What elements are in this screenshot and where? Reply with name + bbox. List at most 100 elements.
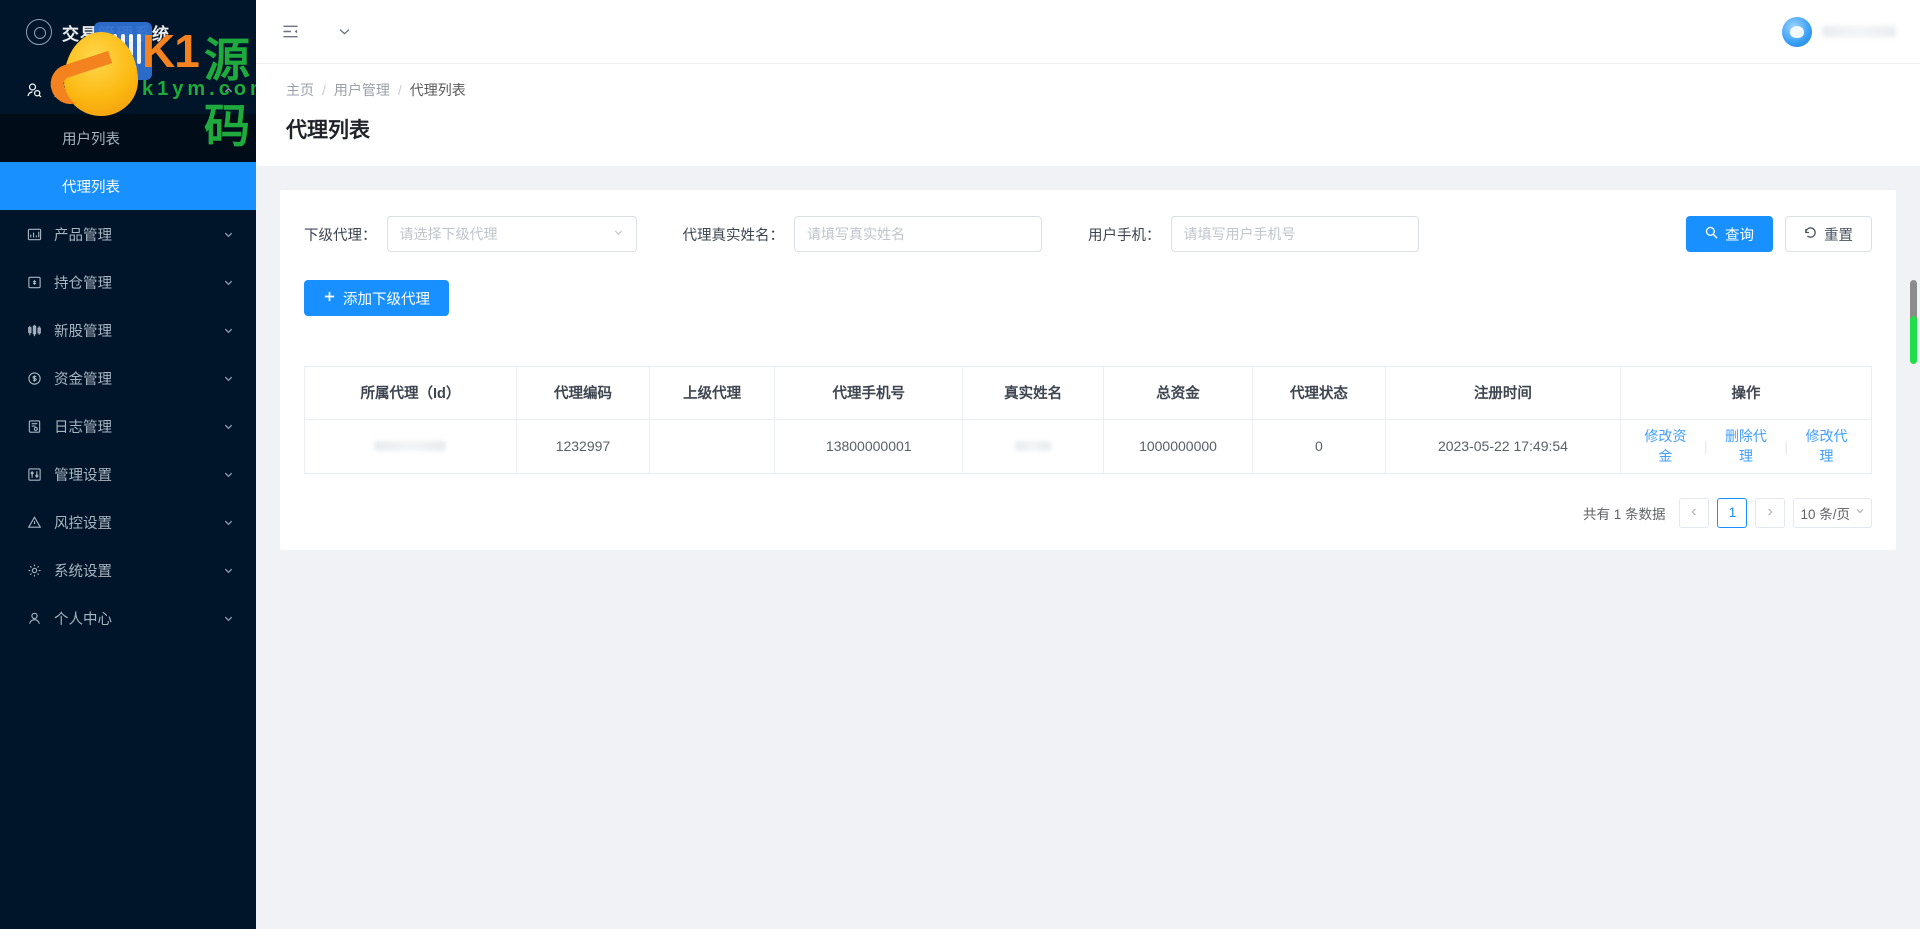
sidebar-item-product-management[interactable]: 产品管理 bbox=[0, 210, 256, 258]
sidebar: 交易管理系统 用户管理 用户列表 bbox=[0, 0, 256, 929]
sidebar-item-label: 日志管理 bbox=[54, 416, 222, 437]
sidebar-item-fund-management[interactable]: 资金管理 bbox=[0, 354, 256, 402]
user-icon bbox=[26, 610, 42, 626]
breadcrumb-separator: / bbox=[398, 82, 402, 98]
cell-register-time: 2023-05-22 17:49:54 bbox=[1386, 419, 1621, 473]
page-title: 代理列表 bbox=[286, 114, 1890, 144]
table-row[interactable]: 1232997 13800000001 1000000000 0 2023-05… bbox=[305, 419, 1871, 473]
chevron-right-icon bbox=[1765, 505, 1775, 520]
content-area: 下级代理： 请选择下级代理 代理真实姓名： 请填写真实姓名 bbox=[256, 166, 1920, 929]
cell-total-funds: 1000000000 bbox=[1104, 419, 1253, 473]
chevron-down-icon[interactable] bbox=[222, 276, 234, 288]
column-actions: 操作 bbox=[1620, 367, 1871, 419]
cell-parent-agent bbox=[650, 419, 775, 473]
filter-user-phone: 用户手机： 请填写用户手机号 bbox=[1088, 216, 1419, 252]
topbar bbox=[256, 0, 1920, 64]
sidebar-item-user-management[interactable]: 用户管理 bbox=[0, 66, 256, 114]
sidebar-item-agent-list[interactable]: 代理列表 bbox=[0, 162, 256, 210]
column-agent-status: 代理状态 bbox=[1252, 367, 1385, 419]
page-scrollbar-thumb-green[interactable] bbox=[1910, 316, 1917, 364]
app-root: 交易管理系统 用户管理 用户列表 bbox=[0, 0, 1920, 929]
column-agent-code: 代理编码 bbox=[516, 367, 649, 419]
column-real-name: 真实姓名 bbox=[963, 367, 1104, 419]
chevron-down-icon[interactable] bbox=[222, 612, 234, 624]
breadcrumb-item-user-management[interactable]: 用户管理 bbox=[334, 80, 390, 100]
chevron-down-icon[interactable] bbox=[222, 324, 234, 336]
sidebar-item-label: 持仓管理 bbox=[54, 272, 222, 293]
edit-agent-link[interactable]: 修改代理 bbox=[1788, 426, 1865, 466]
reset-button[interactable]: 重置 bbox=[1785, 216, 1872, 252]
cell-owner-agent-id bbox=[305, 419, 516, 473]
column-owner-agent-id: 所属代理（Id） bbox=[305, 367, 516, 419]
chevron-down-icon[interactable] bbox=[222, 564, 234, 576]
agent-table: 所属代理（Id） 代理编码 上级代理 代理手机号 真实姓名 总资金 代理状态 注… bbox=[304, 366, 1872, 474]
sidebar-submenu-user-management: 用户列表 代理列表 bbox=[0, 114, 256, 210]
search-button[interactable]: 查询 bbox=[1686, 216, 1773, 252]
sidebar-item-label: 用户管理 bbox=[54, 80, 222, 101]
breadcrumb: 主页 / 用户管理 / 代理列表 bbox=[286, 80, 1890, 100]
page-scrollbar-track[interactable] bbox=[1909, 0, 1917, 929]
real-name-input-placeholder: 请填写真实姓名 bbox=[807, 224, 905, 244]
chevron-down-icon[interactable] bbox=[222, 228, 234, 240]
sidebar-item-new-stock-management[interactable]: 新股管理 bbox=[0, 306, 256, 354]
chevron-down-icon[interactable] bbox=[222, 372, 234, 384]
chevron-up-icon[interactable] bbox=[222, 84, 234, 96]
sidebar-item-user-list[interactable]: 用户列表 bbox=[0, 114, 256, 162]
column-total-funds: 总资金 bbox=[1104, 367, 1253, 419]
sub-agent-select[interactable]: 请选择下级代理 bbox=[387, 216, 637, 252]
topbar-left bbox=[276, 18, 358, 46]
user-phone-input-placeholder: 请填写用户手机号 bbox=[1184, 224, 1296, 244]
brand[interactable]: 交易管理系统 bbox=[0, 0, 256, 64]
breadcrumb-item-home[interactable]: 主页 bbox=[286, 80, 314, 100]
sidebar-item-label: 系统设置 bbox=[54, 560, 222, 581]
chevron-down-icon bbox=[613, 227, 624, 241]
cell-agent-phone: 13800000001 bbox=[775, 419, 963, 473]
pagination-page-1[interactable]: 1 bbox=[1717, 498, 1747, 528]
add-sub-agent-button-label: 添加下级代理 bbox=[343, 288, 430, 309]
pagination-page-size-select[interactable]: 10 条/页 bbox=[1793, 498, 1872, 528]
pagination: 共有 1 条数据 1 10 条/页 bbox=[304, 498, 1872, 528]
user-search-icon bbox=[26, 82, 42, 98]
sidebar-item-system-settings[interactable]: 系统设置 bbox=[0, 546, 256, 594]
edit-funds-link[interactable]: 修改资金 bbox=[1627, 426, 1704, 466]
sliders-icon bbox=[26, 466, 42, 482]
row-actions: 修改资金 | 删除代理 | 修改代理 bbox=[1627, 426, 1865, 466]
cell-agent-status: 0 bbox=[1252, 419, 1385, 473]
redacted-value bbox=[374, 441, 446, 451]
add-row: 添加下级代理 bbox=[304, 280, 1872, 316]
sidebar-item-position-management[interactable]: 持仓管理 bbox=[0, 258, 256, 306]
breadcrumb-item-agent-list: 代理列表 bbox=[410, 80, 466, 100]
filter-bar: 下级代理： 请选择下级代理 代理真实姓名： 请填写真实姓名 bbox=[304, 216, 1872, 252]
table-header: 所属代理（Id） 代理编码 上级代理 代理手机号 真实姓名 总资金 代理状态 注… bbox=[305, 367, 1871, 419]
gear-icon bbox=[26, 562, 42, 578]
pagination-next-button[interactable] bbox=[1755, 498, 1785, 528]
sidebar-menu: 用户管理 用户列表 代理列表 产品管 bbox=[0, 64, 256, 642]
reset-button-label: 重置 bbox=[1824, 224, 1853, 245]
add-sub-agent-button[interactable]: 添加下级代理 bbox=[304, 280, 449, 316]
refresh-icon bbox=[1804, 226, 1817, 243]
wallet-icon bbox=[26, 274, 42, 290]
sidebar-item-personal-center[interactable]: 个人中心 bbox=[0, 594, 256, 642]
table-header-row: 所属代理（Id） 代理编码 上级代理 代理手机号 真实姓名 总资金 代理状态 注… bbox=[305, 367, 1871, 419]
sidebar-item-log-management[interactable]: 日志管理 bbox=[0, 402, 256, 450]
dollar-circle-icon bbox=[26, 370, 42, 386]
filter-real-name: 代理真实姓名： 请填写真实姓名 bbox=[683, 216, 1043, 252]
document-log-icon bbox=[26, 418, 42, 434]
menu-fold-icon[interactable] bbox=[276, 18, 304, 46]
chevron-down-icon[interactable] bbox=[330, 18, 358, 46]
real-name-input[interactable]: 请填写真实姓名 bbox=[794, 216, 1042, 252]
chevron-down-icon[interactable] bbox=[222, 420, 234, 432]
chevron-down-icon[interactable] bbox=[222, 516, 234, 528]
pagination-prev-button[interactable] bbox=[1679, 498, 1709, 528]
sidebar-item-admin-settings[interactable]: 管理设置 bbox=[0, 450, 256, 498]
user-phone-input[interactable]: 请填写用户手机号 bbox=[1171, 216, 1419, 252]
filter-buttons: 查询 重置 bbox=[1686, 216, 1872, 252]
search-icon bbox=[1705, 226, 1718, 243]
filter-real-name-label: 代理真实姓名： bbox=[683, 224, 785, 245]
delete-agent-link[interactable]: 删除代理 bbox=[1707, 426, 1784, 466]
user-avatar-icon[interactable] bbox=[1782, 17, 1812, 47]
sidebar-item-risk-settings[interactable]: 风控设置 bbox=[0, 498, 256, 546]
pagination-page-size-label: 10 条/页 bbox=[1800, 503, 1850, 523]
agent-table-element: 所属代理（Id） 代理编码 上级代理 代理手机号 真实姓名 总资金 代理状态 注… bbox=[305, 367, 1871, 474]
chevron-down-icon[interactable] bbox=[222, 468, 234, 480]
